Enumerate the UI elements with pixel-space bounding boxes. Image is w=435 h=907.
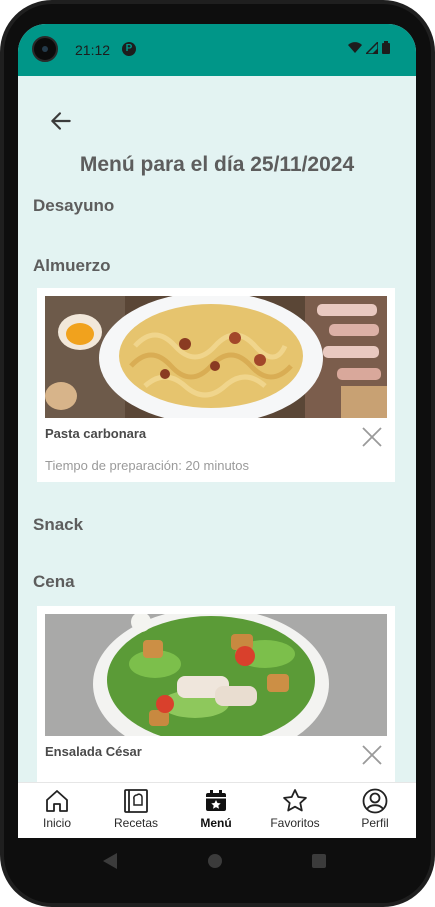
- system-home-icon[interactable]: [208, 854, 222, 868]
- section-snack: Snack: [33, 515, 84, 534]
- section-cena: Cena: [33, 572, 75, 591]
- front-camera: [32, 36, 58, 62]
- section-almuerzo: Almuerzo: [33, 256, 111, 275]
- nav-label-inicio: Inicio: [42, 816, 71, 830]
- profile-icon: [362, 788, 388, 814]
- meal-card-almuerzo[interactable]: Pasta carbonara Tiempo de preparación: 2…: [37, 288, 395, 482]
- bottom-navigation: Inicio Recetas Menú Favoritos Perfil: [18, 782, 416, 838]
- app-notification-icon: P: [122, 42, 136, 56]
- meal-name: Ensalada César: [45, 744, 142, 759]
- status-time: 21:12: [75, 42, 111, 58]
- meal-name: Pasta carbonara: [45, 426, 147, 441]
- back-arrow-icon[interactable]: [48, 108, 74, 134]
- recipe-book-icon: [124, 789, 148, 813]
- section-desayuno: Desayuno: [33, 196, 115, 215]
- nav-item-perfil[interactable]: Perfil: [336, 787, 414, 830]
- nav-label-menu: Menú: [200, 816, 232, 830]
- nav-item-favoritos[interactable]: Favoritos: [256, 787, 334, 830]
- meal-card-cena[interactable]: Ensalada César: [37, 606, 395, 782]
- nav-label-perfil: Perfil: [361, 816, 389, 830]
- system-recents-icon[interactable]: [312, 854, 326, 868]
- meal-image-pasta: [45, 296, 387, 418]
- page-title: Menú para el día 25/11/2024: [79, 153, 355, 176]
- phone-frame: 21:12 P Menú para el día 25/11/2024 Desa…: [0, 0, 435, 907]
- nav-label-favoritos: Favoritos: [270, 816, 320, 830]
- wifi-icon: [348, 41, 362, 53]
- remove-x-icon[interactable]: [361, 426, 383, 448]
- nav-item-recetas[interactable]: Recetas: [97, 787, 175, 830]
- status-bar: 21:12 P: [18, 24, 416, 76]
- nav-label-recetas: Recetas: [113, 816, 159, 830]
- home-icon: [46, 790, 68, 812]
- system-navigation-bar: [18, 838, 416, 886]
- remove-x-icon[interactable]: [361, 744, 383, 766]
- star-icon: [283, 789, 307, 812]
- battery-icon: [382, 41, 390, 54]
- meal-prep-time: Tiempo de preparación: 20 minutos: [45, 458, 250, 473]
- status-indicators: [348, 41, 390, 54]
- nav-item-inicio[interactable]: Inicio: [18, 787, 96, 830]
- calendar-icon: [206, 790, 226, 811]
- system-back-icon[interactable]: [102, 852, 118, 870]
- nav-item-menu[interactable]: Menú: [177, 787, 255, 830]
- signal-icon: [366, 41, 378, 54]
- meal-image-salad: [45, 614, 387, 736]
- app-screen: 21:12 P Menú para el día 25/11/2024 Desa…: [18, 24, 416, 838]
